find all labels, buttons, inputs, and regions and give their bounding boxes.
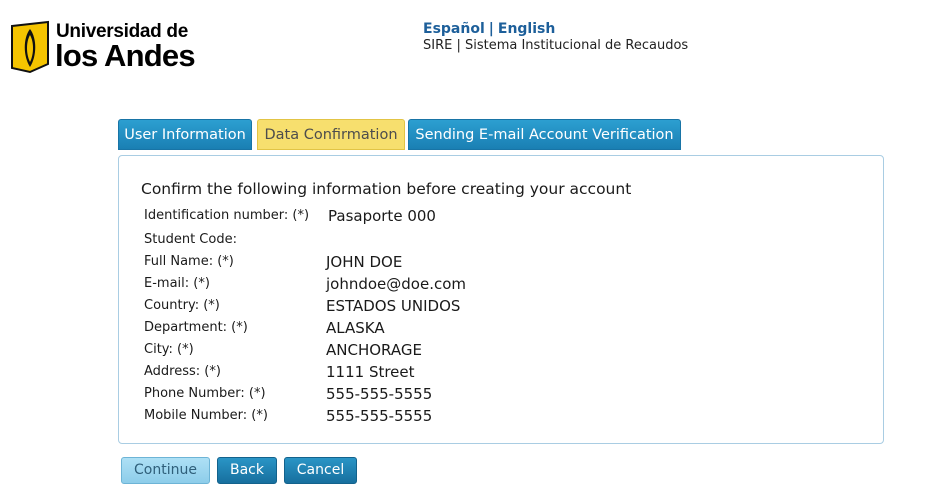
field-value-city: ANCHORAGE — [326, 341, 422, 359]
field-label-student-code: Student Code: — [144, 232, 237, 247]
tab-data-confirmation[interactable]: Data Confirmation — [257, 119, 405, 150]
tab-user-information[interactable]: User Information — [118, 119, 252, 150]
page: Universidad de los Andes Español | English… — [0, 0, 932, 502]
field-label-identification: Identification number: (*) — [144, 208, 310, 223]
field-value-address: 1111 Street — [326, 363, 415, 381]
logo-text-line2: los Andes — [55, 38, 196, 73]
university-logo[interactable]: Universidad de los Andes — [8, 20, 196, 76]
logo-mark-icon — [11, 20, 49, 74]
tab-sending-email-verification[interactable]: Sending E-mail Account Verification — [408, 119, 681, 150]
lang-english-link[interactable]: English — [498, 21, 555, 37]
field-value-phone: 555-555-5555 — [326, 385, 433, 403]
field-value-full-name: JOHN DOE — [326, 253, 403, 271]
field-label-department: Department: (*) — [144, 320, 248, 335]
field-value-identification: Pasaporte 000 — [328, 207, 436, 225]
field-label-phone: Phone Number: (*) — [144, 386, 266, 401]
panel-title: Confirm the following information before… — [141, 180, 632, 198]
field-label-country: Country: (*) — [144, 298, 220, 313]
lang-spanish-link[interactable]: Español — [423, 21, 485, 37]
field-value-country: ESTADOS UNIDOS — [326, 297, 461, 315]
continue-button[interactable]: Continue — [121, 457, 210, 484]
field-label-mobile: Mobile Number: (*) — [144, 408, 268, 423]
field-label-address: Address: (*) — [144, 364, 221, 379]
back-button[interactable]: Back — [217, 457, 277, 484]
field-value-email: johndoe@doe.com — [326, 275, 467, 293]
field-label-full-name: Full Name: (*) — [144, 254, 234, 269]
confirmation-panel: Confirm the following information before… — [118, 155, 884, 444]
system-title: SIRE | Sistema Institucional de Recaudos — [423, 38, 689, 53]
field-label-email: E-mail: (*) — [144, 276, 210, 291]
language-selector: Español | English — [423, 21, 555, 37]
field-label-city: City: (*) — [144, 342, 194, 357]
lang-separator: | — [488, 21, 494, 37]
field-value-department: ALASKA — [326, 319, 385, 337]
field-value-mobile: 555-555-5555 — [326, 407, 433, 425]
cancel-button[interactable]: Cancel — [284, 457, 357, 484]
